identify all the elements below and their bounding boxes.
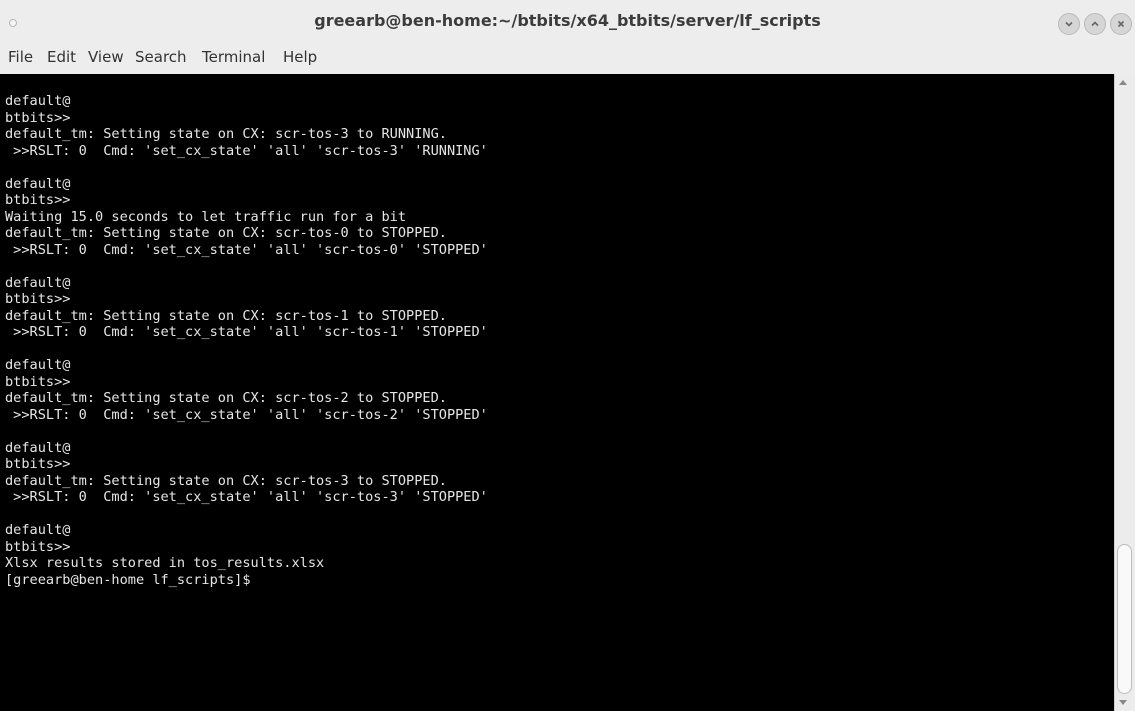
scroll-up-arrow-icon[interactable] [1119, 80, 1127, 85]
chevron-down-icon [1065, 21, 1073, 27]
scroll-down-arrow-icon[interactable] [1119, 700, 1127, 705]
terminal-line: Xlsx results stored in tos_results.xlsx [5, 555, 325, 571]
window-title: greearb@ben-home:~/btbits/x64_btbits/ser… [314, 11, 821, 30]
terminal-line: default@ [5, 175, 71, 192]
terminal-line: btbits>> [5, 291, 71, 307]
terminal-line: >>RSLT: 0 Cmd: 'set_cx_state' 'all' 'scr… [5, 324, 488, 340]
maximize-button[interactable] [1084, 13, 1106, 35]
menu-file[interactable]: File [8, 48, 33, 66]
vertical-scrollbar[interactable] [1114, 74, 1135, 711]
terminal-line: btbits>> [5, 373, 71, 390]
close-button[interactable] [1110, 13, 1132, 35]
minimize-button[interactable] [1058, 13, 1080, 35]
terminal-line: btbits>> [5, 456, 71, 472]
menu-help[interactable]: Help [283, 48, 317, 66]
terminal-line: default_tm: Setting state on CX: scr-tos… [5, 390, 447, 406]
window-controls [1058, 13, 1132, 35]
terminal-line: btbits>> [5, 192, 71, 208]
terminal-line: btbits>> [5, 109, 71, 126]
menu-view[interactable]: View [88, 48, 124, 66]
terminal-line: default@ [5, 357, 71, 373]
terminal-line: default@ [5, 274, 71, 291]
menu-bar: File Edit View Search Terminal Help [0, 44, 1135, 74]
title-bar[interactable]: greearb@ben-home:~/btbits/x64_btbits/ser… [0, 0, 1135, 44]
terminal-line: default@ [5, 93, 71, 109]
terminal-line: default@ [5, 522, 71, 538]
terminal-line: [greearb@ben-home lf_scripts]$ [5, 571, 251, 588]
menu-search[interactable]: Search [135, 48, 187, 66]
close-icon [1117, 20, 1125, 28]
terminal-line: >>RSLT: 0 Cmd: 'set_cx_state' 'all' 'scr… [5, 406, 488, 423]
scroll-thumb[interactable] [1117, 544, 1132, 694]
terminal-text: default@ btbits>> default_tm: Setting stat… [5, 93, 488, 588]
terminal-line: btbits>> [5, 538, 71, 555]
terminal-window: greearb@ben-home:~/btbits/x64_btbits/ser… [0, 0, 1135, 711]
terminal-line: default_tm: Setting state on CX: scr-tos… [5, 307, 447, 324]
terminal-line: default_tm: Setting state on CX: scr-tos… [5, 225, 447, 241]
menu-terminal[interactable]: Terminal [202, 48, 265, 66]
terminal-line: default_tm: Setting state on CX: scr-tos… [5, 472, 447, 489]
chevron-up-icon [1091, 21, 1099, 27]
menu-edit[interactable]: Edit [47, 48, 76, 66]
terminal-line: >>RSLT: 0 Cmd: 'set_cx_state' 'all' 'scr… [5, 489, 488, 505]
terminal-output[interactable]: default@ btbits>> default_tm: Setting stat… [0, 74, 1114, 711]
terminal-line: default_tm: Setting state on CX: scr-tos… [5, 126, 447, 142]
terminal-line: >>RSLT: 0 Cmd: 'set_cx_state' 'all' 'scr… [5, 142, 488, 159]
terminal-line: Waiting 15.0 seconds to let traffic run … [5, 208, 407, 225]
terminal-line: default@ [5, 439, 71, 456]
terminal-line: >>RSLT: 0 Cmd: 'set_cx_state' 'all' 'scr… [5, 241, 488, 258]
